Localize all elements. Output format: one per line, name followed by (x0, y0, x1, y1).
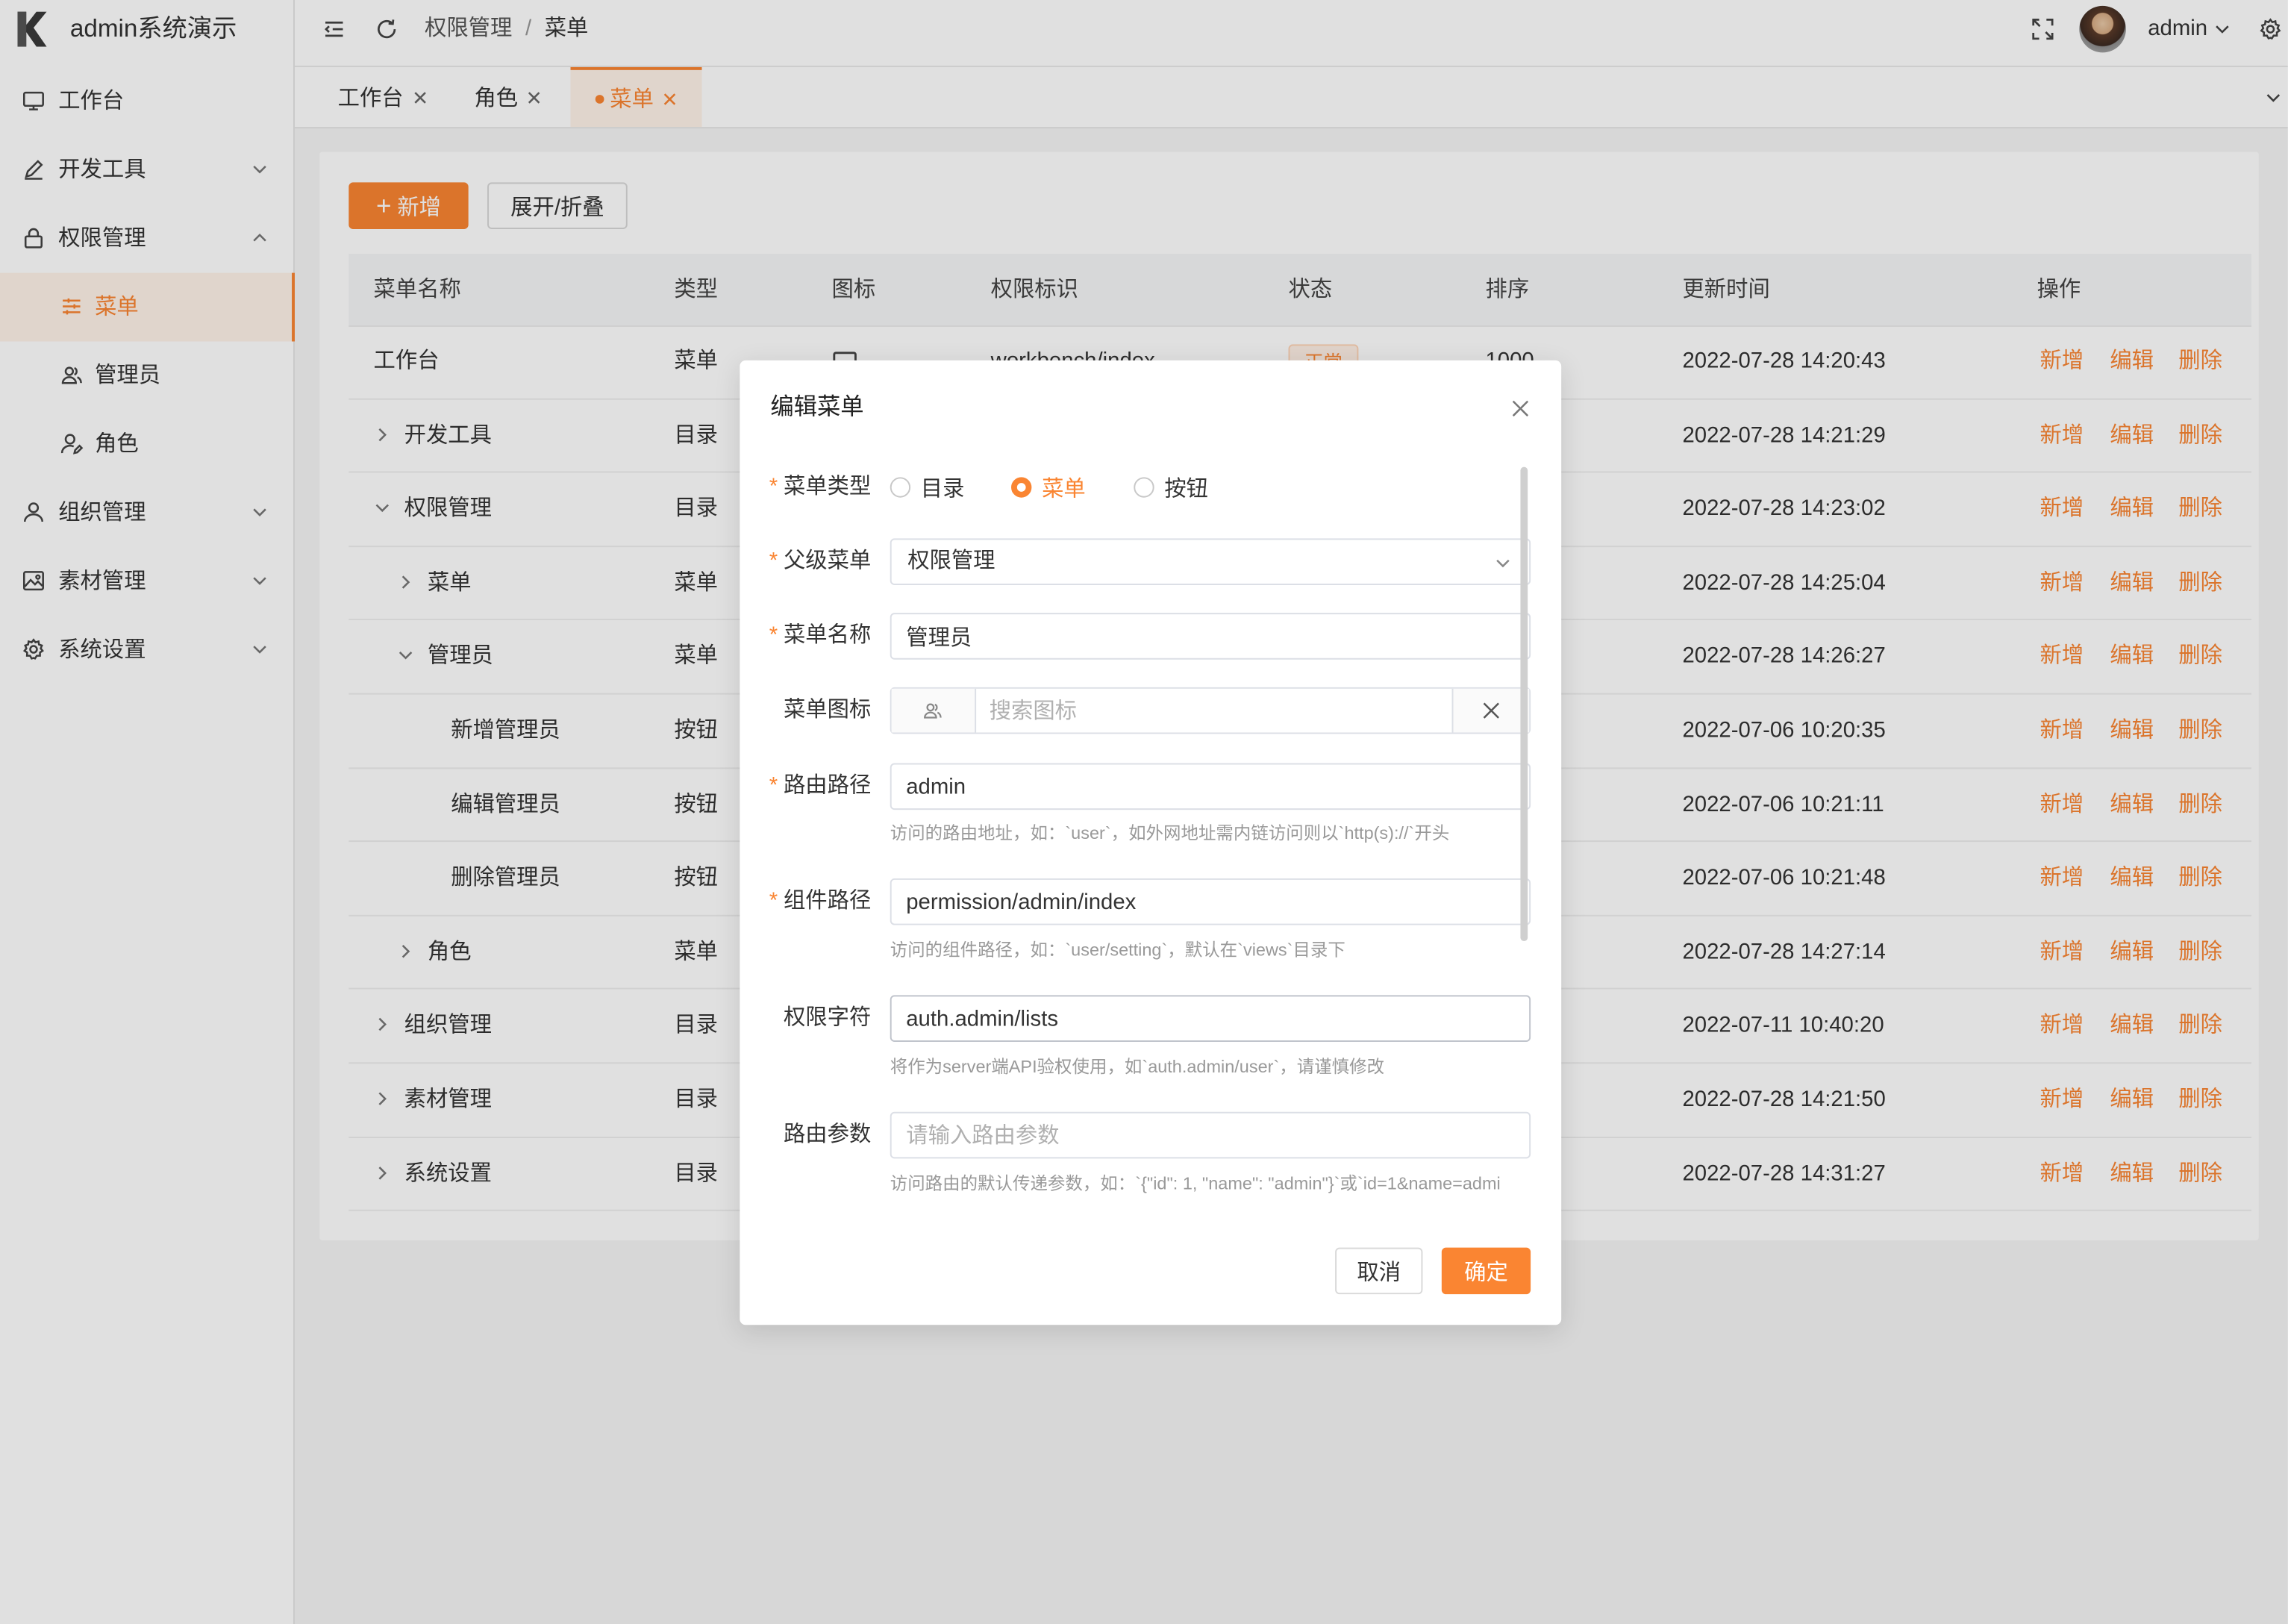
icon-preview (891, 688, 977, 733)
radio-circle-checked[interactable] (1011, 477, 1032, 498)
required-mark: * (769, 622, 778, 649)
required-mark: * (769, 888, 778, 914)
radio-circle[interactable] (1134, 477, 1154, 498)
component-path-hint: 访问的组件路径，如：`user/setting`，默认在`views`目录下 (890, 940, 1345, 961)
required-mark: * (769, 773, 778, 799)
radio-label: 菜单 (1042, 476, 1086, 502)
radio-circle[interactable] (890, 477, 911, 498)
label-text: 权限字符 (783, 1005, 872, 1031)
form-label-name: * 菜单名称 (740, 613, 872, 660)
icon-search-input[interactable] (975, 688, 1457, 733)
form-label-component: * 组件路径 (740, 878, 872, 925)
cancel-button[interactable]: 取消 (1335, 1247, 1423, 1295)
route-path-input[interactable] (891, 764, 1530, 809)
component-path-input[interactable] (891, 879, 1530, 924)
radio-option-button[interactable]: 按钮 (1134, 464, 1208, 511)
component-path-field (890, 878, 1531, 925)
route-params-input[interactable] (891, 1113, 1530, 1158)
permission-input[interactable] (891, 996, 1530, 1040)
select-value: 权限管理 (907, 549, 995, 574)
permission-field (890, 995, 1531, 1042)
form-label-parent: * 父级菜单 (740, 538, 872, 585)
route-params-hint: 访问路由的默认传递参数，如：`{"id": 1, "name": "admin"… (890, 1172, 1501, 1194)
label-text: 组件路径 (783, 888, 872, 914)
confirm-button-label: 确定 (1464, 1260, 1508, 1285)
route-params-field (890, 1111, 1531, 1159)
confirm-button[interactable]: 确定 (1441, 1247, 1531, 1295)
label-text: 路由路径 (783, 773, 872, 799)
label-text: 菜单类型 (783, 474, 872, 499)
menu-name-field (890, 613, 1531, 660)
icon-picker-field (890, 687, 1531, 734)
label-text: 菜单图标 (783, 697, 872, 722)
required-mark: * (769, 549, 778, 574)
label-text: 路由参数 (783, 1122, 872, 1147)
radio-label: 按钮 (1164, 476, 1209, 502)
icon-clear-button[interactable] (1451, 688, 1530, 733)
radio-option-menu[interactable]: 菜单 (1011, 464, 1086, 511)
cancel-button-label: 取消 (1357, 1260, 1401, 1285)
route-path-hint: 访问的路由地址，如：`user`，如外网地址需内链访问则以`http(s)://… (890, 822, 1450, 844)
form-label-icon: 菜单图标 (740, 687, 871, 734)
radio-option-directory[interactable]: 目录 (890, 464, 965, 511)
form-label-params: 路由参数 (740, 1112, 871, 1159)
form-label-route: * 路由路径 (740, 763, 872, 811)
parent-menu-select[interactable]: 权限管理 (890, 538, 1531, 585)
menu-name-input[interactable] (891, 614, 1530, 658)
route-path-field (890, 763, 1531, 811)
app-root: admin系统演示 工作台 开发工具 权限管理 菜单 管理员 角色 组织管理 素… (0, 0, 2288, 1624)
dialog-title: 编辑菜单 (770, 395, 864, 421)
users-icon (922, 700, 943, 720)
required-mark: * (769, 474, 778, 499)
form-scrollbar[interactable] (1520, 466, 1528, 942)
radio-label: 目录 (920, 476, 965, 502)
chevron-down-icon (1494, 555, 1511, 572)
close-icon[interactable] (1512, 400, 1529, 417)
close-icon (1483, 702, 1500, 719)
label-text: 菜单名称 (783, 622, 872, 649)
form-label-perms: 权限字符 (740, 995, 871, 1042)
permission-hint: 将作为server端API验权使用，如`auth.admin/user`，请谨慎… (890, 1056, 1385, 1077)
label-text: 父级菜单 (783, 549, 872, 574)
form-label-type: * 菜单类型 (740, 464, 872, 511)
edit-menu-dialog: 编辑菜单 *菜单类型 目录 菜单 按钮 *父级菜单 权限管理 *菜单名称 菜单图… (740, 360, 1562, 1325)
